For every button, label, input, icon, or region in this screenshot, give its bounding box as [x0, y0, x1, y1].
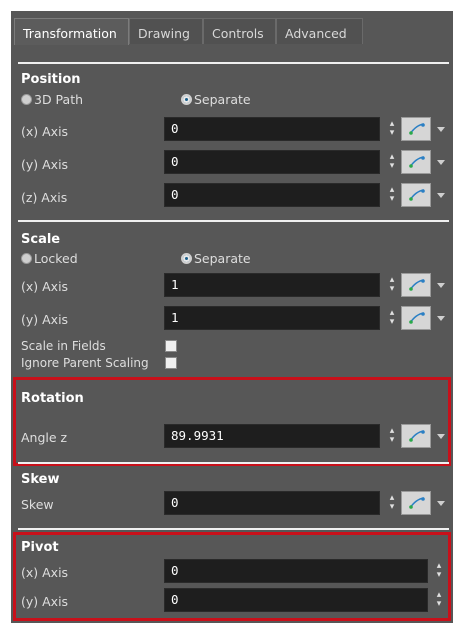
tab-drawing[interactable]: Drawing	[129, 18, 203, 44]
position-z-field[interactable]: 0	[164, 183, 380, 207]
position-title: Position	[21, 72, 81, 87]
scale-in-fields-label: Scale in Fields	[21, 339, 106, 353]
chevron-down-icon[interactable]	[437, 434, 445, 439]
tab-transformation[interactable]: Transformation	[14, 18, 129, 45]
function-curve-icon	[409, 156, 425, 168]
skew-field[interactable]: 0	[164, 491, 380, 515]
function-curve-icon	[409, 312, 425, 324]
divider	[18, 62, 449, 64]
spin-arrows-icon[interactable]: ▴ ▾	[388, 276, 396, 294]
rotation-angle-field[interactable]: 89.9931	[164, 424, 380, 448]
spin-arrows-icon[interactable]: ▴ ▾	[435, 591, 443, 609]
radio-separate[interactable]: Separate	[181, 92, 251, 107]
tab-bar: Transformation Drawing Controls Advanced	[11, 18, 453, 45]
rotation-angle-label: Angle z	[21, 430, 68, 445]
divider	[18, 462, 449, 464]
scale-x-field[interactable]: 1	[164, 273, 380, 297]
tab-advanced[interactable]: Advanced	[276, 18, 363, 44]
function-curve-button[interactable]	[401, 150, 431, 174]
pivot-y-field[interactable]: 0	[164, 588, 428, 612]
spin-arrows-icon[interactable]: ▴ ▾	[388, 427, 396, 445]
position-y-field[interactable]: 0	[164, 150, 380, 174]
scale-title: Scale	[21, 232, 61, 247]
position-x-label: (x) Axis	[21, 124, 69, 139]
function-curve-icon	[409, 279, 425, 291]
scale-y-label: (y) Axis	[21, 312, 69, 327]
radio-3d-path[interactable]: 3D Path	[21, 92, 83, 107]
pivot-y-label: (y) Axis	[21, 594, 69, 609]
skew-title: Skew	[21, 472, 60, 487]
chevron-down-icon[interactable]	[437, 316, 445, 321]
scale-in-fields-checkbox[interactable]	[165, 340, 177, 352]
scale-y-field[interactable]: 1	[164, 306, 380, 330]
function-curve-button[interactable]	[401, 183, 431, 207]
radio-locked[interactable]: Locked	[21, 251, 78, 266]
radio-on-icon	[181, 253, 192, 264]
function-curve-icon	[409, 189, 425, 201]
pivot-x-field[interactable]: 0	[164, 559, 428, 583]
spin-arrows-icon[interactable]: ▴ ▾	[388, 120, 396, 138]
chevron-down-icon[interactable]	[437, 283, 445, 288]
spin-arrows-icon[interactable]: ▴ ▾	[388, 153, 396, 171]
radio-off-icon	[21, 94, 32, 105]
divider	[18, 528, 449, 530]
chevron-down-icon[interactable]	[437, 501, 445, 506]
chevron-down-icon[interactable]	[437, 127, 445, 132]
function-curve-icon	[409, 123, 425, 135]
pivot-title: Pivot	[21, 540, 59, 555]
chevron-down-icon[interactable]	[437, 193, 445, 198]
rotation-title: Rotation	[21, 391, 84, 406]
spin-arrows-icon[interactable]: ▴ ▾	[388, 494, 396, 512]
tab-controls[interactable]: Controls	[203, 18, 276, 44]
position-x-field[interactable]: 0	[164, 117, 380, 141]
function-curve-button[interactable]	[401, 273, 431, 297]
chevron-down-icon[interactable]	[437, 160, 445, 165]
spin-arrows-icon[interactable]: ▴ ▾	[388, 186, 396, 204]
skew-label: Skew	[21, 497, 54, 512]
function-curve-button[interactable]	[401, 306, 431, 330]
ignore-parent-scaling-label: Ignore Parent Scaling	[21, 356, 149, 370]
position-y-label: (y) Axis	[21, 157, 69, 172]
function-curve-button[interactable]	[401, 424, 431, 448]
function-curve-button[interactable]	[401, 117, 431, 141]
spin-arrows-icon[interactable]: ▴ ▾	[435, 562, 443, 580]
function-curve-icon	[409, 497, 425, 509]
divider	[18, 220, 449, 222]
pivot-x-label: (x) Axis	[21, 565, 69, 580]
radio-off-icon	[21, 253, 32, 264]
spin-arrows-icon[interactable]: ▴ ▾	[388, 309, 396, 327]
position-z-label: (z) Axis	[21, 190, 68, 205]
function-curve-button[interactable]	[401, 491, 431, 515]
radio-on-icon	[181, 94, 192, 105]
radio-separate[interactable]: Separate	[181, 251, 251, 266]
scale-x-label: (x) Axis	[21, 279, 69, 294]
ignore-parent-scaling-checkbox[interactable]	[165, 357, 177, 369]
function-curve-icon	[409, 430, 425, 442]
